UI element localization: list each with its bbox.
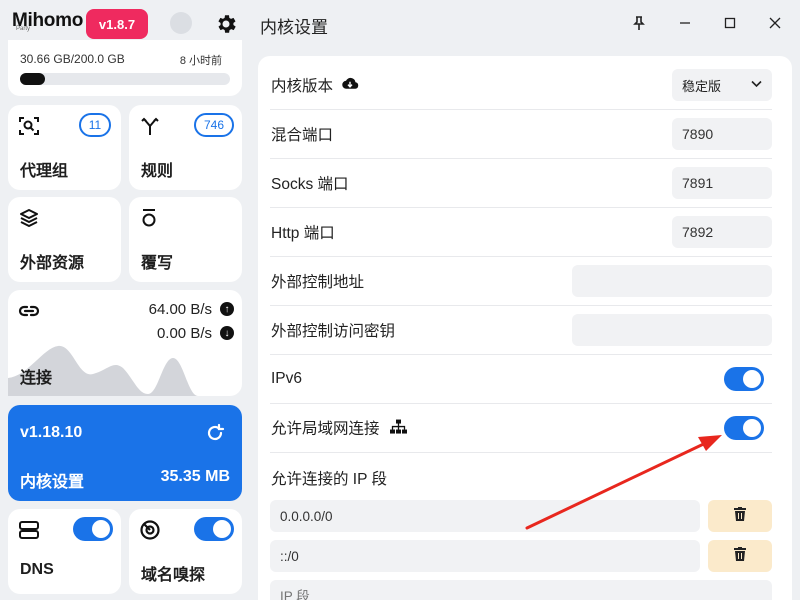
server-icon	[18, 519, 40, 541]
close-icon[interactable]	[764, 12, 786, 34]
core-settings-panel: 内核版本 稳定版 混合端口 Socks 端口 Http 端口	[258, 56, 792, 600]
link-icon	[18, 300, 40, 322]
sidebar: Mihomo Party v1.8.7 30.66 GB/200.0 GB 8 …	[0, 0, 250, 600]
ipv6-label: IPv6	[271, 370, 303, 387]
external-secret-label: 外部控制访问密钥	[271, 323, 396, 340]
allowed-ip-value: ::/0	[280, 548, 299, 564]
core-version-value: 稳定版	[682, 78, 722, 94]
setting-external-secret: 外部控制访问密钥	[270, 306, 772, 355]
core-settings-card[interactable]: v1.18.10 内核设置 35.35 MB	[8, 405, 242, 501]
proxy-groups-count: 11	[79, 113, 111, 137]
override-icon	[139, 207, 161, 229]
theme-icon[interactable]	[170, 12, 192, 34]
delete-ip-button[interactable]	[708, 500, 772, 532]
traffic-updated: 8 小时前	[179, 55, 222, 67]
core-version: v1.18.10	[20, 424, 83, 441]
upload-speed: 64.00 B/s	[148, 301, 212, 318]
minimize-icon[interactable]	[674, 12, 696, 34]
dns-card[interactable]: DNS	[8, 509, 121, 594]
allowed-ip-field[interactable]: ::/0	[270, 540, 700, 572]
rules-label: 规则	[141, 163, 174, 180]
ipv6-toggle[interactable]	[724, 367, 764, 391]
delete-ip-button[interactable]	[708, 540, 772, 572]
main-area: 内核设置 内核版本 稳定版 混合端口 7890 Socks 端口 7891 Ht…	[250, 0, 800, 600]
mixed-port-label: 混合端口	[271, 127, 334, 144]
external-controller-label: 外部控制地址	[271, 274, 365, 291]
trash-icon	[734, 546, 746, 566]
external-controller-input[interactable]	[572, 265, 772, 297]
connections-card[interactable]: 64.00 B/s ↑ 0.00 B/s ↓ 连接	[8, 290, 242, 396]
upload-arrow-icon: ↑	[220, 302, 234, 316]
refresh-icon[interactable]	[204, 422, 226, 444]
socks-port-input[interactable]	[672, 167, 772, 199]
override-label: 覆写	[141, 255, 174, 272]
app-logo-sub: Party	[16, 26, 31, 32]
setting-core-version: 内核版本 稳定版	[270, 61, 772, 110]
new-ip-input[interactable]	[270, 580, 772, 600]
setting-external-controller: 外部控制地址	[270, 257, 772, 306]
allow-lan-label: 允许局域网连接	[271, 420, 380, 438]
rules-count: 746	[194, 113, 234, 137]
allowed-ips-label: 允许连接的 IP 段	[271, 471, 387, 488]
page-title: 内核设置	[260, 18, 328, 37]
radar-icon	[139, 519, 161, 541]
pin-icon[interactable]	[628, 12, 650, 34]
proxy-groups-card[interactable]: 11 代理组	[8, 105, 121, 190]
core-version-select[interactable]: 稳定版	[672, 69, 772, 101]
sniffer-toggle[interactable]	[194, 517, 234, 541]
dns-label: DNS	[20, 561, 54, 578]
external-resources-label: 外部资源	[20, 255, 85, 272]
chevron-down-icon	[751, 79, 762, 91]
override-card[interactable]: 覆写	[129, 197, 242, 282]
rules-card[interactable]: 746 规则	[129, 105, 242, 190]
http-port-input[interactable]	[672, 216, 772, 248]
connections-label: 连接	[20, 370, 53, 387]
subscription-card[interactable]: 30.66 GB/200.0 GB 8 小时前	[8, 40, 242, 96]
setting-http-port: Http 端口	[270, 208, 772, 257]
http-port-label: Http 端口	[271, 225, 335, 242]
sniffer-card[interactable]: 域名嗅探	[129, 509, 242, 594]
external-resources-card[interactable]: 外部资源	[8, 197, 121, 282]
maximize-icon[interactable]	[719, 12, 741, 34]
setting-mixed-port: 混合端口	[270, 110, 772, 159]
socks-port-label: Socks 端口	[271, 176, 349, 193]
setting-socks-port: Socks 端口	[270, 159, 772, 208]
layers-icon	[18, 207, 40, 229]
traffic-progress-fill	[20, 73, 46, 85]
core-memory: 35.35 MB	[160, 468, 230, 485]
allowed-ip-field[interactable]: 0.0.0.0/0	[270, 500, 700, 532]
network-icon	[389, 419, 407, 439]
proxy-groups-icon	[18, 115, 40, 137]
traffic-used: 30.66 GB/200.0 GB	[20, 52, 125, 66]
version-badge[interactable]: v1.8.7	[86, 9, 148, 39]
gear-icon[interactable]	[214, 12, 238, 36]
trash-icon	[734, 506, 746, 526]
dns-toggle[interactable]	[73, 517, 113, 541]
mixed-port-input[interactable]	[672, 118, 772, 150]
proxy-groups-label: 代理组	[20, 163, 69, 180]
core-version-label: 内核版本	[271, 77, 334, 95]
setting-ipv6: IPv6	[270, 355, 772, 404]
allow-lan-toggle[interactable]	[724, 416, 764, 440]
allowed-ip-value: 0.0.0.0/0	[280, 508, 333, 524]
setting-allow-lan: 允许局域网连接	[270, 404, 772, 453]
external-secret-input[interactable]	[572, 314, 772, 346]
fork-icon	[139, 115, 161, 137]
traffic-progress-bar	[20, 73, 230, 85]
core-settings-label: 内核设置	[20, 474, 85, 491]
sniffer-label: 域名嗅探	[141, 567, 206, 584]
cloud-download-icon[interactable]	[341, 77, 359, 96]
